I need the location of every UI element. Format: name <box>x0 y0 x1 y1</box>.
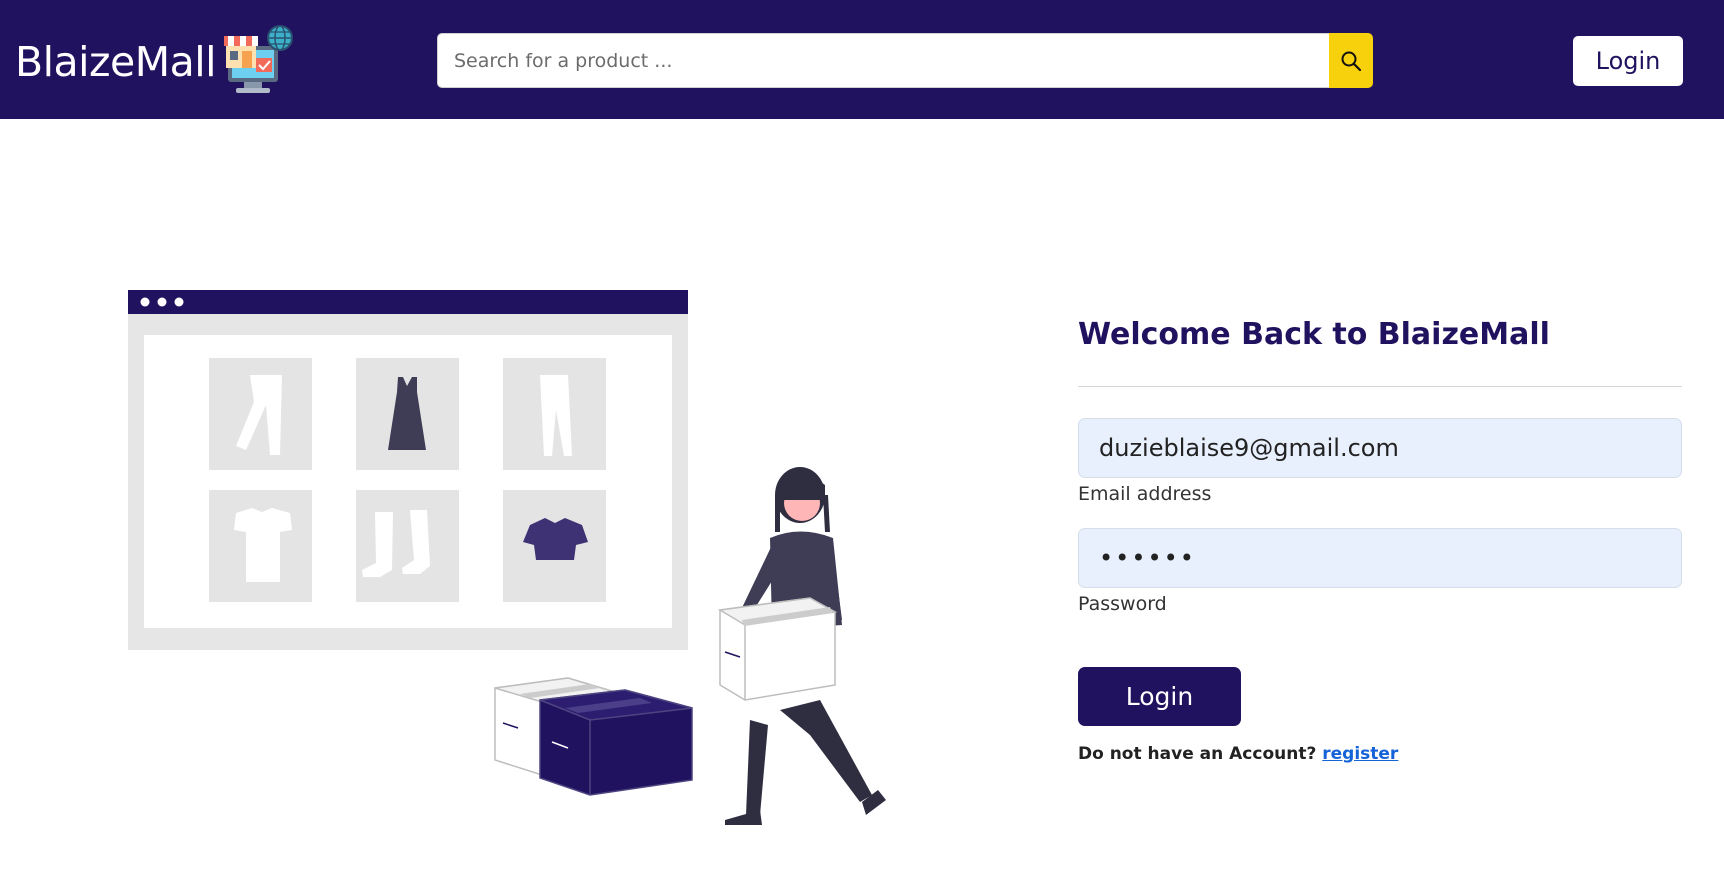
shop-globe-icon <box>224 25 293 93</box>
shopping-illustration <box>128 290 886 825</box>
search-button[interactable] <box>1329 33 1373 88</box>
search-bar <box>437 33 1373 88</box>
login-submit-button[interactable]: Login <box>1078 667 1241 726</box>
search-input[interactable] <box>437 33 1329 88</box>
password-field[interactable] <box>1078 528 1682 588</box>
brand-name[interactable]: BlaizeMall <box>15 38 217 86</box>
register-prompt: Do not have an Account? register <box>1078 744 1398 764</box>
password-label: Password <box>1078 593 1167 615</box>
search-icon <box>1341 51 1362 71</box>
divider <box>1078 386 1682 387</box>
navbar: BlaizeMall Login <box>0 0 1724 119</box>
nav-login-button[interactable]: Login <box>1573 36 1683 86</box>
form-title: Welcome Back to BlaizeMall <box>1078 317 1550 352</box>
register-link[interactable]: register <box>1322 744 1398 764</box>
email-field[interactable] <box>1078 418 1682 478</box>
email-label: Email address <box>1078 483 1212 505</box>
no-account-text: Do not have an Account? <box>1078 744 1317 764</box>
